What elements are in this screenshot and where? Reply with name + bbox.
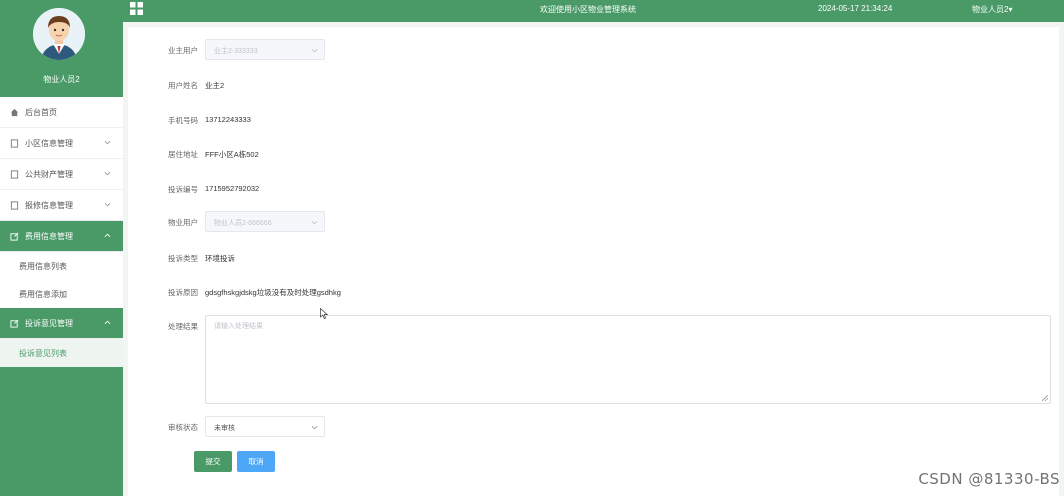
chevron-up-icon (104, 320, 111, 325)
review-status-label: 审核状态 (168, 423, 198, 432)
sidebar-subitem-label: 费用信息添加 (19, 289, 67, 299)
cancel-button[interactable]: 取消 (237, 451, 275, 472)
watermark: CSDN @81330-BS (918, 470, 1060, 488)
complaint-type-value: 环境投诉 (205, 254, 235, 263)
mouse-cursor-icon (320, 308, 328, 319)
complaint-no-label: 投诉编号 (168, 185, 198, 194)
sidebar-item-label: 费用信息管理 (25, 231, 73, 241)
submit-button[interactable]: 提交 (194, 451, 232, 472)
complaint-no-value: 1715952792032 (205, 184, 260, 193)
resize-handle-icon[interactable] (1042, 395, 1048, 401)
sidebar-item-public-property[interactable]: 公共财产管理 (0, 159, 123, 190)
sidebar-item-label: 后台首页 (25, 107, 57, 117)
sidebar-subitem-fee-list[interactable]: 费用信息列表 (0, 252, 123, 280)
chevron-down-icon (104, 140, 111, 145)
welcome-text: 欢迎使用小区物业管理系统 (540, 5, 636, 14)
sidebar-item-repair[interactable]: 报修信息管理 (0, 190, 123, 221)
sidebar-subitem-complaint-list[interactable]: 投诉意见列表 (0, 339, 123, 367)
phone-value: 13712243333 (205, 115, 251, 124)
property-user-value: 物业人员2-666666 (214, 220, 272, 227)
sidebar-subitem-fee-add[interactable]: 费用信息添加 (0, 280, 123, 308)
result-label: 处理结果 (168, 322, 198, 331)
document-icon (10, 138, 19, 148)
owner-user-select: 业主2-333333 (205, 39, 325, 60)
address-value: FFF小区A栋502 (205, 150, 259, 159)
chevron-down-icon (104, 202, 111, 207)
chevron-down-icon (104, 171, 111, 176)
sidebar-user-name: 物业人员2 (43, 75, 80, 84)
top-header: 欢迎使用小区物业管理系统 2024-05-17 21:34:24 物业人员2▾ (123, 0, 1064, 22)
complaint-form: 业主用户 业主2-333333 用户姓名 业主2 手机号码 1371224333… (128, 27, 1059, 496)
sidebar: 物业人员2 后台首页 小区信息管理 公共财产管理 报修信息管理 费用信息管理 费… (0, 0, 123, 496)
home-icon (10, 108, 19, 116)
property-user-select: 物业人员2-666666 (205, 211, 325, 232)
sidebar-item-fees[interactable]: 费用信息管理 (0, 221, 123, 252)
sidebar-item-label: 投诉意见管理 (25, 318, 73, 328)
sidebar-item-label: 小区信息管理 (25, 138, 73, 148)
header-datetime: 2024-05-17 21:34:24 (818, 4, 893, 13)
sidebar-subitem-label: 费用信息列表 (19, 261, 67, 271)
user-dropdown[interactable]: 物业人员2▾ (972, 4, 1012, 15)
phone-label: 手机号码 (168, 116, 198, 125)
chevron-up-icon (104, 233, 111, 238)
chevron-down-icon (311, 48, 318, 53)
user-name-label: 用户姓名 (168, 81, 198, 90)
result-placeholder: 请输入处理结果 (214, 323, 263, 330)
sidebar-subitem-label: 投诉意见列表 (19, 348, 67, 358)
sidebar-item-label: 报修信息管理 (25, 200, 73, 210)
avatar (33, 8, 85, 60)
owner-user-value: 业主2-333333 (214, 48, 258, 55)
complaint-reason-value: gdsgfhskgjdskg垃圾没有及时处理gsdhkg (205, 288, 341, 297)
complaint-type-label: 投诉类型 (168, 254, 198, 263)
sidebar-item-complaints[interactable]: 投诉意见管理 (0, 308, 123, 339)
address-label: 居住地址 (168, 150, 198, 159)
profile-section: 物业人员2 (0, 0, 123, 97)
review-status-select[interactable]: 未审核 (205, 416, 325, 437)
document-icon (10, 169, 19, 179)
document-icon (10, 200, 19, 210)
user-name-value: 业主2 (205, 81, 225, 90)
edit-icon (10, 319, 19, 328)
sidebar-item-community[interactable]: 小区信息管理 (0, 128, 123, 159)
owner-user-label: 业主用户 (168, 46, 198, 55)
edit-icon (10, 232, 19, 241)
property-user-label: 物业用户 (168, 218, 198, 227)
sidebar-item-label: 公共财产管理 (25, 169, 73, 179)
chevron-down-icon (311, 425, 318, 430)
sidebar-menu: 后台首页 小区信息管理 公共财产管理 报修信息管理 费用信息管理 费用信息列表 … (0, 97, 123, 367)
result-textarea[interactable]: 请输入处理结果 (205, 315, 1051, 404)
review-status-value: 未审核 (214, 425, 235, 432)
grid-menu-icon[interactable] (130, 2, 143, 15)
chevron-down-icon (311, 220, 318, 225)
complaint-reason-label: 投诉原因 (168, 288, 198, 297)
sidebar-item-dashboard[interactable]: 后台首页 (0, 97, 123, 128)
